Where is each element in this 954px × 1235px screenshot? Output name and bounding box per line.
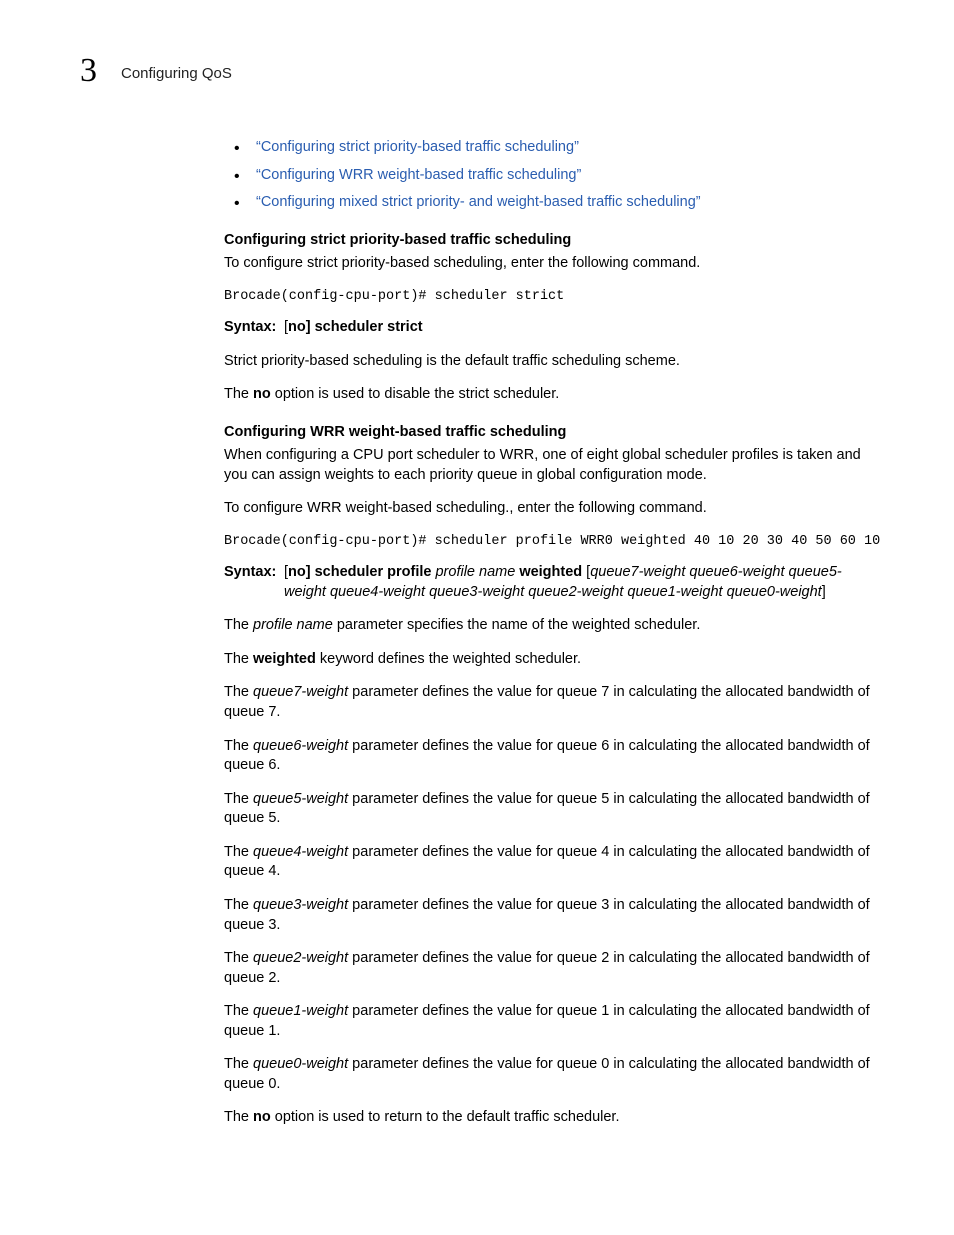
param-name: queue7-weight bbox=[253, 684, 348, 700]
section-heading-strict: Configuring strict priority-based traffi… bbox=[224, 231, 874, 251]
syntax-keyword-weighted: weighted bbox=[519, 564, 582, 580]
text: The bbox=[224, 1056, 253, 1072]
body-text: The no option is used to return to the d… bbox=[224, 1108, 874, 1128]
keyword-no: no bbox=[253, 1109, 271, 1125]
xref-list: “Configuring strict priority-based traff… bbox=[224, 138, 874, 213]
body-text: Strict priority-based scheduling is the … bbox=[224, 352, 874, 372]
text: The bbox=[224, 738, 253, 754]
keyword-no: no bbox=[253, 386, 271, 402]
text: The bbox=[224, 651, 253, 667]
body-text: To configure WRR weight-based scheduling… bbox=[224, 499, 874, 519]
syntax-line: Syntax: [ no] scheduler profile profile n… bbox=[224, 563, 874, 602]
body-text: The queue2-weight parameter defines the … bbox=[224, 949, 874, 988]
text: The bbox=[224, 684, 253, 700]
syntax-text: ] scheduler profile bbox=[306, 564, 432, 580]
chapter-number: 3 bbox=[80, 54, 97, 88]
body-text: The weighted keyword defines the weighte… bbox=[224, 650, 874, 670]
syntax-text: [ bbox=[582, 564, 590, 580]
param-name: queue1-weight bbox=[253, 1003, 348, 1019]
page-content: “Configuring strict priority-based traff… bbox=[224, 58, 874, 1128]
text: The bbox=[224, 1109, 253, 1125]
section-heading-wrr: Configuring WRR weight-based traffic sch… bbox=[224, 423, 874, 443]
xref-link[interactable]: “Configuring mixed strict priority- and … bbox=[256, 194, 701, 210]
param-name: queue6-weight bbox=[253, 738, 348, 754]
text: The bbox=[224, 844, 253, 860]
param-name: queue4-weight bbox=[253, 844, 348, 860]
syntax-line: Syntax: [no] scheduler strict bbox=[224, 318, 874, 338]
syntax-text: ] bbox=[822, 584, 826, 600]
text: The bbox=[224, 617, 253, 633]
syntax-label: Syntax: bbox=[224, 563, 280, 602]
list-item: “Configuring WRR weight-based traffic sc… bbox=[252, 166, 874, 186]
syntax-keyword-no: no bbox=[288, 564, 306, 580]
param-name: profile name bbox=[253, 617, 333, 633]
list-item: “Configuring strict priority-based traff… bbox=[252, 138, 874, 158]
code-block: Brocade(config-cpu-port)# scheduler prof… bbox=[224, 533, 874, 551]
text: The bbox=[224, 386, 253, 402]
text: keyword defines the weighted scheduler. bbox=[316, 651, 581, 667]
text: The bbox=[224, 791, 253, 807]
xref-link[interactable]: “Configuring strict priority-based traff… bbox=[256, 139, 579, 155]
text: The bbox=[224, 1003, 253, 1019]
param-name: queue0-weight bbox=[253, 1056, 348, 1072]
keyword-weighted: weighted bbox=[253, 651, 316, 667]
syntax-body: [ no] scheduler profile profile name weig… bbox=[280, 563, 874, 602]
body-text: The no option is used to disable the str… bbox=[224, 385, 874, 405]
text: option is used to return to the default … bbox=[271, 1109, 620, 1125]
body-text: The queue6-weight parameter defines the … bbox=[224, 737, 874, 776]
body-text: The profile name parameter specifies the… bbox=[224, 616, 874, 636]
page-header: 3 Configuring QoS bbox=[80, 54, 232, 88]
body-text: The queue7-weight parameter defines the … bbox=[224, 683, 874, 722]
page: 3 Configuring QoS “Configuring strict pr… bbox=[0, 0, 954, 1235]
body-text: The queue0-weight parameter defines the … bbox=[224, 1055, 874, 1094]
param-name: queue2-weight bbox=[253, 950, 348, 966]
xref-link[interactable]: “Configuring WRR weight-based traffic sc… bbox=[256, 167, 581, 183]
syntax-body: [no] scheduler strict bbox=[280, 318, 874, 338]
body-text: To configure strict priority-based sched… bbox=[224, 254, 874, 274]
syntax-text: ] scheduler strict bbox=[306, 319, 423, 335]
body-text: The queue5-weight parameter defines the … bbox=[224, 790, 874, 829]
code-block: Brocade(config-cpu-port)# scheduler stri… bbox=[224, 288, 874, 306]
text: The bbox=[224, 897, 253, 913]
text: parameter specifies the name of the weig… bbox=[333, 617, 701, 633]
body-text: The queue3-weight parameter defines the … bbox=[224, 896, 874, 935]
queue-param-list: The queue7-weight parameter defines the … bbox=[224, 683, 874, 1094]
body-text: When configuring a CPU port scheduler to… bbox=[224, 446, 874, 485]
syntax-label: Syntax: bbox=[224, 318, 280, 338]
syntax-keyword-no: no bbox=[288, 319, 306, 335]
param-name: queue3-weight bbox=[253, 897, 348, 913]
body-text: The queue4-weight parameter defines the … bbox=[224, 843, 874, 882]
chapter-title: Configuring QoS bbox=[121, 65, 232, 82]
body-text: The queue1-weight parameter defines the … bbox=[224, 1002, 874, 1041]
text: The bbox=[224, 950, 253, 966]
syntax-param: profile name bbox=[431, 564, 519, 580]
param-name: queue5-weight bbox=[253, 791, 348, 807]
text: option is used to disable the strict sch… bbox=[271, 386, 560, 402]
list-item: “Configuring mixed strict priority- and … bbox=[252, 193, 874, 213]
